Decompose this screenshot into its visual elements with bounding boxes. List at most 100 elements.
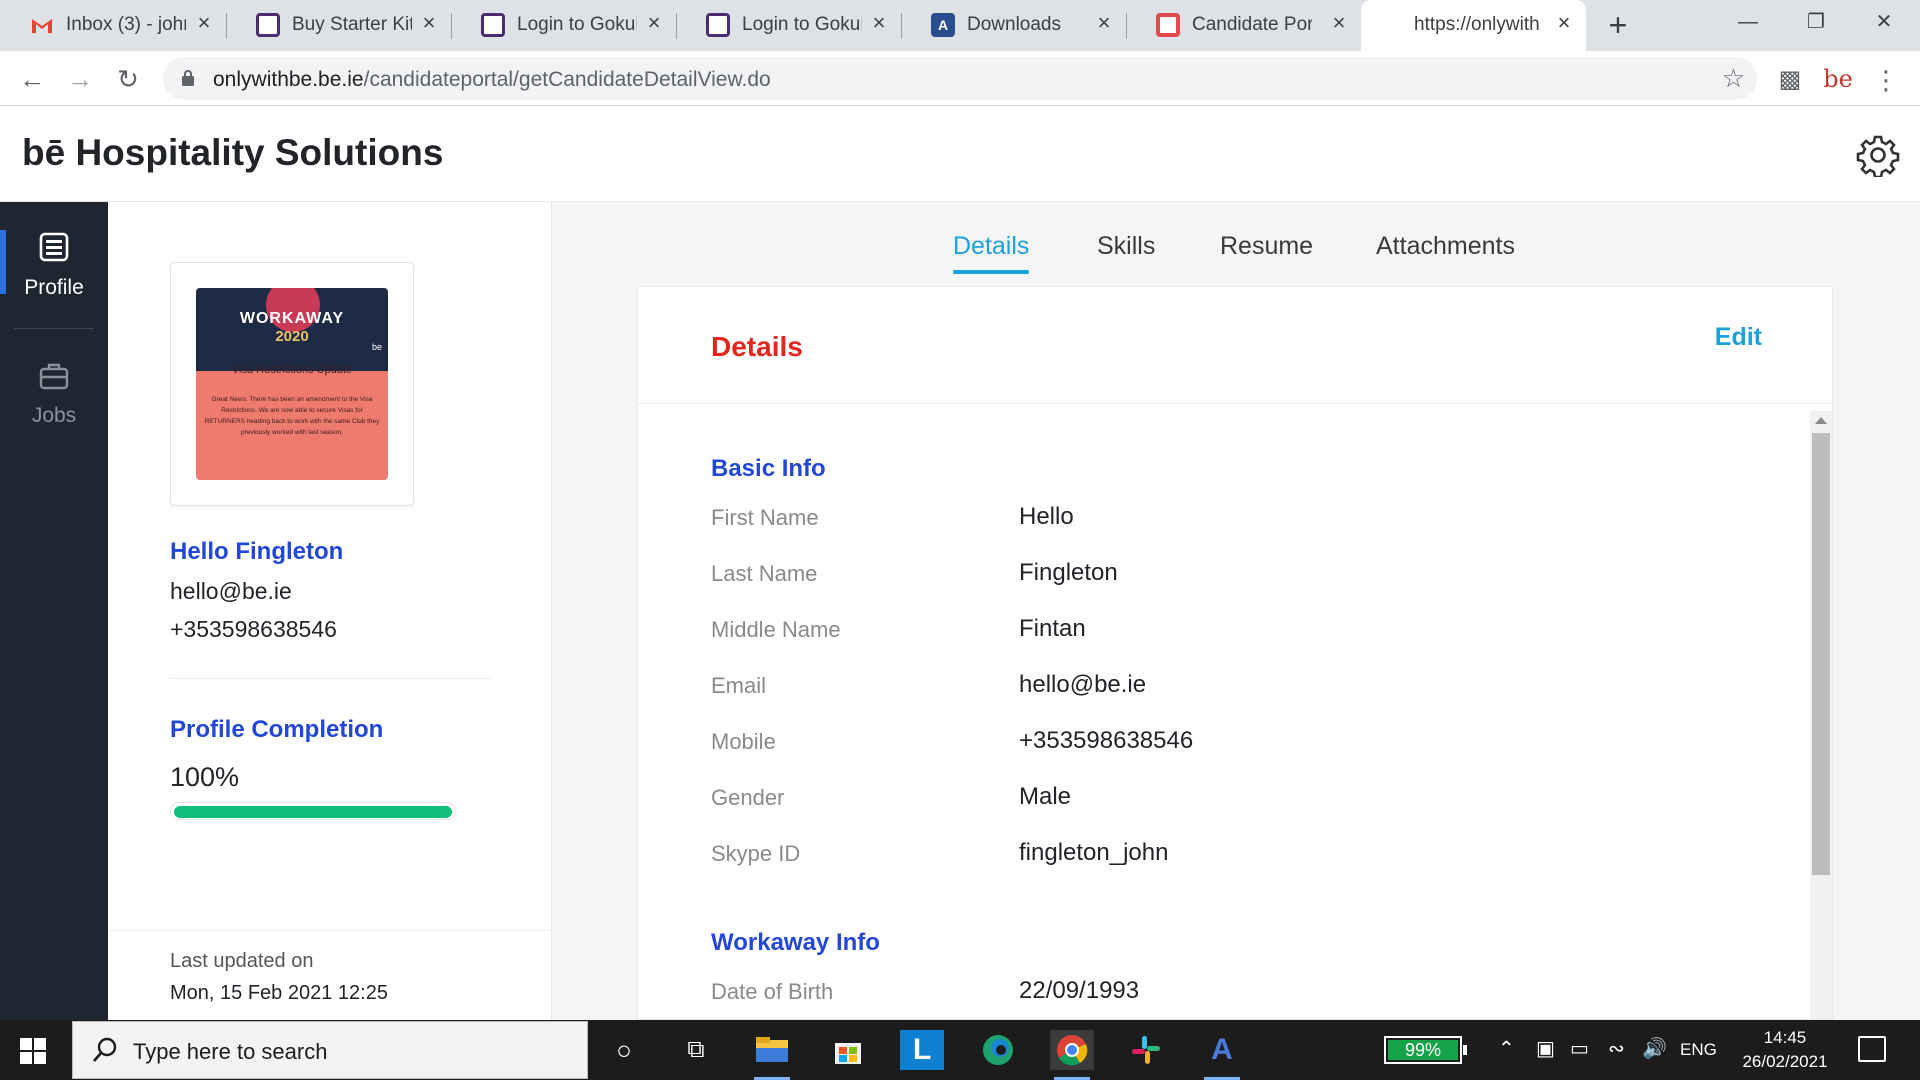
scroll-up-arrow-icon[interactable]	[1815, 417, 1827, 424]
back-arrow-icon[interactable]: ←	[14, 62, 50, 98]
nav-item-jobs[interactable]: Jobs	[0, 330, 108, 442]
browser-tab-login-gokumail-2[interactable]: Login to GokuM ×	[676, 0, 902, 51]
details-card: Details Edit Basic Info First Name Hello…	[637, 286, 1833, 1020]
side-navigation: Profile Jobs	[0, 202, 108, 1020]
tab-skills[interactable]: Skills	[1097, 232, 1155, 261]
meet-now-icon[interactable]: ▣	[1536, 1036, 1555, 1061]
browser-menu-icon[interactable]: ⋮	[1870, 65, 1902, 97]
chevron-up-icon[interactable]: ⌃	[1498, 1036, 1515, 1061]
details-scrollbar[interactable]	[1810, 411, 1832, 1019]
bookmark-star-icon[interactable]: ☆	[1722, 63, 1745, 94]
profile-completion-value: 100%	[170, 762, 240, 792]
battery-percent: 99%	[1404, 1040, 1442, 1060]
profile-photo-card[interactable]: WORKAWAY 2020 be Visa Restrictions Updat…	[170, 262, 414, 506]
microsoft-store-icon[interactable]	[826, 1030, 870, 1070]
edit-button[interactable]: Edit	[1715, 323, 1762, 352]
gmail-icon	[32, 19, 52, 33]
file-explorer-icon[interactable]	[750, 1030, 794, 1080]
gokumail-icon	[481, 13, 505, 37]
field-value-skype-id: fingleton_john	[1019, 839, 1169, 866]
tab-title: Login to GokuM	[742, 14, 862, 35]
details-title: Details	[711, 331, 803, 362]
language-indicator[interactable]: ENG	[1680, 1040, 1717, 1060]
details-card-header: Details Edit	[638, 287, 1832, 404]
browser-tab-onlywithbe-active[interactable]: https://onlywith ×	[1361, 0, 1586, 51]
field-label-skype-id: Skype ID	[711, 841, 801, 866]
browser-tab-buy-starter-kits[interactable]: Buy Starter Kits ×	[226, 0, 452, 51]
field-value-email: hello@be.ie	[1019, 671, 1147, 698]
tab-resume[interactable]: Resume	[1220, 232, 1313, 261]
profile-completion-title: Profile Completion	[170, 716, 384, 743]
search-placeholder: Type here to search	[133, 1039, 328, 1064]
battery-indicator[interactable]: 99%	[1384, 1036, 1467, 1064]
minimize-icon[interactable]: —	[1714, 0, 1782, 44]
taskbar-search-box[interactable]: Type here to search	[72, 1021, 588, 1079]
close-icon[interactable]: ×	[642, 11, 666, 35]
browser-tab-login-gokumail-1[interactable]: Login to GokuM ×	[451, 0, 677, 51]
address-bar[interactable]: onlywithbe.be.ie/candidateportal/getCand…	[163, 57, 1757, 100]
field-value-first-name: Hello	[1019, 503, 1074, 530]
restore-icon[interactable]: ❐	[1782, 0, 1850, 44]
browser-toolbar: ← → ↻ onlywithbe.be.ie/candidateportal/g…	[0, 51, 1920, 106]
browser-tab-downloads[interactable]: A Downloads ×	[901, 0, 1127, 51]
cortana-icon[interactable]: ○	[602, 1030, 646, 1070]
divider	[170, 678, 492, 679]
tab-attachments[interactable]: Attachments	[1376, 232, 1515, 261]
field-label-date-of-birth: Date of Birth	[711, 979, 834, 1004]
app-header: bē Hospitality Solutions	[0, 106, 1920, 202]
nav-label: Jobs	[31, 404, 77, 427]
close-icon[interactable]: ×	[1552, 11, 1576, 35]
close-icon[interactable]: ×	[1327, 11, 1351, 35]
volume-icon[interactable]: 🔊	[1642, 1036, 1667, 1061]
notification-center-icon[interactable]	[1858, 1036, 1886, 1062]
briefcase-icon	[39, 363, 69, 390]
clock-date: 26/02/2021	[1742, 1052, 1828, 1071]
last-updated-label: Last updated on	[170, 950, 314, 972]
field-value-date-of-birth: 22/09/1993	[1019, 977, 1140, 1004]
browser-tab-candidate-portal[interactable]: Candidate Porta ×	[1126, 0, 1361, 51]
nav-item-profile[interactable]: Profile	[0, 202, 108, 314]
close-icon[interactable]: ×	[867, 11, 891, 35]
a-app-icon: A	[931, 13, 955, 37]
tab-title: Login to GokuM	[517, 14, 637, 35]
candidate-portal-icon	[1156, 13, 1180, 37]
profile-summary-panel: WORKAWAY 2020 be Visa Restrictions Updat…	[108, 202, 552, 1020]
close-icon[interactable]: ×	[192, 11, 216, 35]
task-view-icon[interactable]: ⧉	[674, 1030, 718, 1070]
workaway-info-title: Workaway Info	[711, 929, 880, 956]
browser-tab-gmail[interactable]: Inbox (3) - john@ ×	[0, 0, 227, 51]
candidate-email: hello@be.ie	[170, 578, 292, 604]
be-extension-icon[interactable]: be	[1822, 65, 1854, 97]
field-label-email: Email	[711, 673, 767, 698]
gear-icon[interactable]	[1856, 133, 1900, 177]
profile-photo: WORKAWAY 2020 be Visa Restrictions Updat…	[196, 288, 388, 480]
scrollbar-thumb[interactable]	[1812, 433, 1830, 875]
content-tabs: Details Skills Resume Attachments	[552, 232, 1920, 274]
tab-title: Candidate Porta	[1192, 14, 1312, 35]
a-app-icon[interactable]: A	[1200, 1030, 1244, 1080]
windows-start-icon[interactable]	[20, 1038, 46, 1064]
wifi-icon[interactable]: ∾	[1608, 1036, 1625, 1061]
main-content: Details Skills Resume Attachments Detail…	[552, 202, 1920, 1020]
close-icon[interactable]: ×	[417, 11, 441, 35]
photo-heading: Visa Restrictions Update	[231, 364, 353, 376]
forward-arrow-icon[interactable]: →	[62, 62, 98, 98]
extensions-puzzle-icon[interactable]: ▩	[1774, 65, 1806, 97]
field-label-middle-name: Middle Name	[711, 617, 841, 642]
url-text: onlywithbe.be.ie/candidateportal/getCand…	[213, 68, 771, 92]
close-icon[interactable]: ×	[1092, 11, 1116, 35]
tab-details[interactable]: Details	[953, 232, 1030, 274]
battery-nub	[1463, 1045, 1467, 1055]
new-tab-button[interactable]: +	[1600, 8, 1636, 44]
chrome-icon[interactable]	[1050, 1030, 1094, 1080]
l-app-icon[interactable]: L	[900, 1030, 944, 1070]
system-clock[interactable]: 14:45 26/02/2021	[1730, 1026, 1840, 1074]
slack-icon[interactable]	[1124, 1030, 1168, 1070]
battery-tray-icon[interactable]: ▭	[1570, 1036, 1589, 1061]
edge-icon[interactable]	[976, 1030, 1020, 1070]
reload-icon[interactable]: ↻	[110, 62, 146, 98]
tab-title: Buy Starter Kits	[292, 14, 412, 35]
gokumail-icon	[706, 13, 730, 37]
window-close-icon[interactable]: ✕	[1850, 0, 1918, 44]
url-domain: onlywithbe.be.ie	[213, 68, 364, 91]
